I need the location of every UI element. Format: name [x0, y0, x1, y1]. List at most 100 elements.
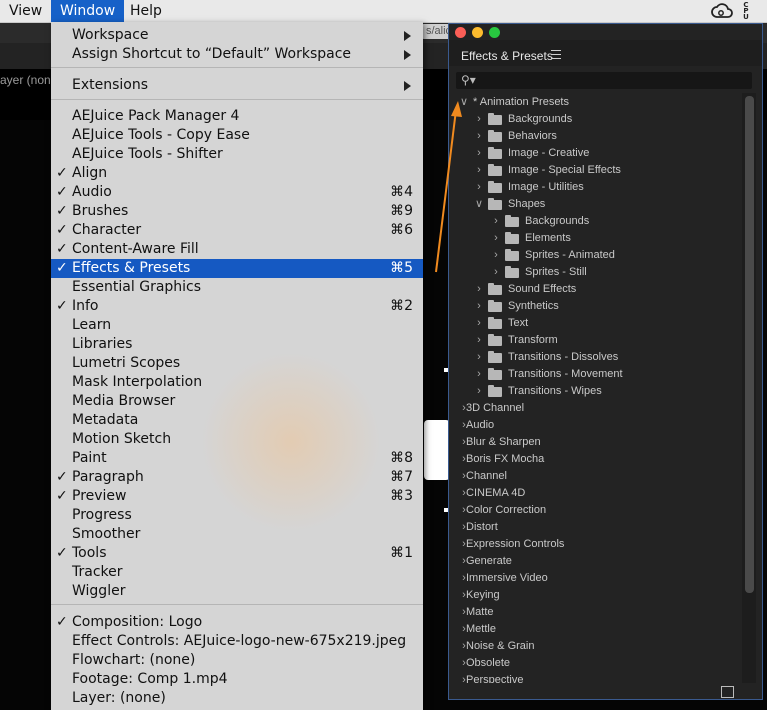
tree-item[interactable]: › Channel: [449, 468, 742, 485]
chevron-right-icon[interactable]: ›: [474, 145, 484, 162]
menu-item-layer-none[interactable]: Layer: (none): [51, 689, 423, 708]
menu-item-learn[interactable]: Learn: [51, 316, 423, 335]
tree-folder[interactable]: › Backgrounds: [449, 111, 742, 128]
tree-item[interactable]: › Blur & Sharpen: [449, 434, 742, 451]
chevron-right-icon[interactable]: ›: [474, 298, 484, 315]
chevron-right-icon[interactable]: ›: [474, 281, 484, 298]
tree-item[interactable]: › Matte: [449, 604, 742, 621]
chevron-down-icon[interactable]: ∨: [474, 196, 484, 213]
chevron-right-icon[interactable]: ›: [474, 349, 484, 366]
tree-item[interactable]: › 3D Channel: [449, 400, 742, 417]
chevron-right-icon[interactable]: ›: [474, 111, 484, 128]
menu-item-libraries[interactable]: Libraries: [51, 335, 423, 354]
menu-item-media-browser[interactable]: Media Browser: [51, 392, 423, 411]
tree-item[interactable]: › Color Correction: [449, 502, 742, 519]
tree-item[interactable]: ∨ * Animation Presets: [449, 94, 742, 111]
tree-item[interactable]: › Obsolete: [449, 655, 742, 672]
tree-folder[interactable]: › Text: [449, 315, 742, 332]
tree-item[interactable]: › CINEMA 4D: [449, 485, 742, 502]
tree-folder[interactable]: › Transitions - Dissolves: [449, 349, 742, 366]
menu-item-motion-sketch[interactable]: Motion Sketch: [51, 430, 423, 449]
chevron-right-icon[interactable]: ›: [474, 315, 484, 332]
minimize-button[interactable]: [472, 27, 483, 38]
tree-folder[interactable]: ∨ Shapes: [449, 196, 742, 213]
tree-folder[interactable]: › Elements: [449, 230, 742, 247]
menu-item-info[interactable]: ✓ Info ⌘2: [51, 297, 423, 316]
chevron-right-icon[interactable]: ›: [474, 128, 484, 145]
tree-folder[interactable]: › Backgrounds: [449, 213, 742, 230]
tree-folder[interactable]: › Behaviors: [449, 128, 742, 145]
new-bin-icon[interactable]: [721, 686, 734, 698]
chevron-right-icon[interactable]: ›: [474, 383, 484, 400]
menu-help[interactable]: Help: [121, 0, 171, 22]
menu-item-brushes[interactable]: ✓ Brushes ⌘9: [51, 202, 423, 221]
tree-folder[interactable]: › Transitions - Movement: [449, 366, 742, 383]
tree-folder[interactable]: › Image - Special Effects: [449, 162, 742, 179]
tree-item[interactable]: › Keying: [449, 587, 742, 604]
menu-item-character[interactable]: ✓ Character ⌘6: [51, 221, 423, 240]
chevron-right-icon[interactable]: ›: [491, 264, 501, 281]
menu-item-assign-shortcut-to-default-workspace[interactable]: Assign Shortcut to “Default” Workspace: [51, 45, 423, 64]
menu-item-aejuice-tools-shifter[interactable]: AEJuice Tools - Shifter: [51, 145, 423, 164]
menu-item-mask-interpolation[interactable]: Mask Interpolation: [51, 373, 423, 392]
menu-item-effect-controls-aejuice-logo-new-675x219-jpeg[interactable]: Effect Controls: AEJuice-logo-new-675x21…: [51, 632, 423, 651]
tree-folder[interactable]: › Synthetics: [449, 298, 742, 315]
tree-folder[interactable]: › Sprites - Animated: [449, 247, 742, 264]
tree-folder[interactable]: › Sprites - Still: [449, 264, 742, 281]
menu-item-essential-graphics[interactable]: Essential Graphics: [51, 278, 423, 297]
creative-cloud-icon[interactable]: [710, 3, 734, 19]
chevron-right-icon[interactable]: ›: [474, 179, 484, 196]
tree-folder[interactable]: › Sound Effects: [449, 281, 742, 298]
menu-item-composition-logo[interactable]: ✓ Composition: Logo: [51, 613, 423, 632]
cpu-monitor-icon[interactable]: CPU: [740, 2, 752, 21]
tree-item[interactable]: › Audio: [449, 417, 742, 434]
tree-folder[interactable]: › Transitions - Wipes: [449, 383, 742, 400]
tree-folder[interactable]: › Image - Utilities: [449, 179, 742, 196]
tree-item[interactable]: › Boris FX Mocha: [449, 451, 742, 468]
hamburger-menu-icon[interactable]: [551, 50, 561, 59]
menu-item-progress[interactable]: Progress: [51, 506, 423, 525]
menu-item-aejuice-pack-manager-4[interactable]: AEJuice Pack Manager 4: [51, 107, 423, 126]
menu-item-align[interactable]: ✓ Align: [51, 164, 423, 183]
chevron-down-icon[interactable]: ∨: [459, 94, 469, 111]
menu-item-footage-comp-1-mp4[interactable]: Footage: Comp 1.mp4: [51, 670, 423, 689]
chevron-right-icon[interactable]: ›: [474, 366, 484, 383]
menu-window[interactable]: Window: [51, 0, 125, 22]
menu-item-preview[interactable]: ✓ Preview ⌘3: [51, 487, 423, 506]
menu-item-audio[interactable]: ✓ Audio ⌘4: [51, 183, 423, 202]
menu-item-workspace[interactable]: Workspace: [51, 26, 423, 45]
tree-folder[interactable]: › Transform: [449, 332, 742, 349]
effects-search-input[interactable]: ⚲▾: [456, 72, 752, 89]
tab-effects-presets[interactable]: Effects & Presets: [461, 49, 553, 63]
tree-item[interactable]: › Immersive Video: [449, 570, 742, 587]
chevron-right-icon[interactable]: ›: [474, 162, 484, 179]
tree-item[interactable]: › Generate: [449, 553, 742, 570]
menu-item-aejuice-tools-copy-ease[interactable]: AEJuice Tools - Copy Ease: [51, 126, 423, 145]
tree-item[interactable]: › Perspective: [449, 672, 742, 683]
menu-item-effects-presets[interactable]: ✓ Effects & Presets ⌘5: [51, 259, 423, 278]
menu-item-flowchart-none[interactable]: Flowchart: (none): [51, 651, 423, 670]
menu-item-tracker[interactable]: Tracker: [51, 563, 423, 582]
tree-item[interactable]: › Distort: [449, 519, 742, 536]
menu-view[interactable]: View: [0, 0, 51, 22]
close-button[interactable]: [455, 27, 466, 38]
zoom-button[interactable]: [489, 27, 500, 38]
tree-item[interactable]: › Noise & Grain: [449, 638, 742, 655]
tree-item[interactable]: › Mettle: [449, 621, 742, 638]
tree-folder[interactable]: › Image - Creative: [449, 145, 742, 162]
chevron-right-icon[interactable]: ›: [491, 213, 501, 230]
tree-item[interactable]: › Expression Controls: [449, 536, 742, 553]
menu-item-tools[interactable]: ✓ Tools ⌘1: [51, 544, 423, 563]
menu-item-wiggler[interactable]: Wiggler: [51, 582, 423, 601]
chevron-right-icon[interactable]: ›: [474, 332, 484, 349]
menu-item-extensions[interactable]: Extensions: [51, 76, 423, 95]
scrollbar-thumb[interactable]: [745, 96, 754, 593]
menu-item-paragraph[interactable]: ✓ Paragraph ⌘7: [51, 468, 423, 487]
menu-item-paint[interactable]: Paint ⌘8: [51, 449, 423, 468]
chevron-right-icon[interactable]: ›: [491, 230, 501, 247]
menu-item-content-aware-fill[interactable]: ✓ Content-Aware Fill: [51, 240, 423, 259]
menu-item-lumetri-scopes[interactable]: Lumetri Scopes: [51, 354, 423, 373]
chevron-right-icon[interactable]: ›: [491, 247, 501, 264]
menu-item-metadata[interactable]: Metadata: [51, 411, 423, 430]
menu-item-smoother[interactable]: Smoother: [51, 525, 423, 544]
